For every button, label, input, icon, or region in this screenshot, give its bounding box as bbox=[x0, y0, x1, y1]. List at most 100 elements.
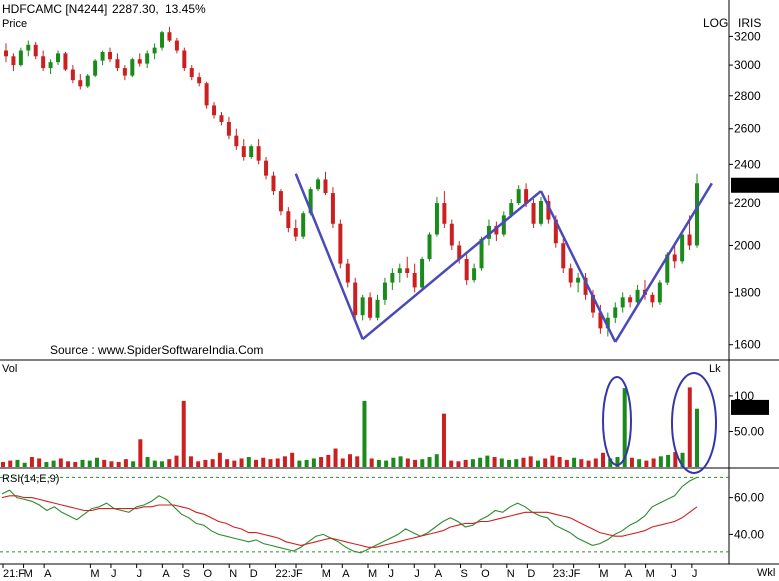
volume-bar bbox=[601, 452, 606, 467]
x-tick-label: A bbox=[625, 568, 633, 580]
volume-bar bbox=[66, 461, 71, 467]
candle-body bbox=[212, 105, 217, 116]
x-tick-label: M bbox=[322, 568, 331, 580]
iris-button[interactable]: IRIS bbox=[738, 16, 761, 30]
candle-body bbox=[78, 80, 83, 87]
candle-body bbox=[472, 268, 477, 281]
volume-bar bbox=[629, 457, 634, 467]
x-axis-unit-label: Wkl bbox=[757, 567, 775, 579]
x-tick-label: O bbox=[481, 568, 490, 580]
volume-bar bbox=[376, 459, 381, 467]
candle-body bbox=[479, 238, 484, 269]
volume-bar bbox=[44, 462, 49, 467]
volume-bar bbox=[434, 454, 439, 467]
volume-bar bbox=[319, 457, 324, 467]
candle-body bbox=[278, 191, 283, 212]
volume-bar bbox=[391, 457, 396, 467]
candle-body bbox=[234, 135, 239, 147]
candle-body bbox=[568, 268, 573, 283]
volume-bar bbox=[275, 458, 280, 467]
candle-body bbox=[657, 282, 662, 303]
candle-body bbox=[382, 282, 387, 300]
volume-bar bbox=[116, 462, 121, 467]
volume-bar bbox=[644, 460, 649, 467]
x-axis-ticks: 21:FM A M J J A S O N D 22:J F M A M J J A S O N D 23:J F M A M J J bbox=[2, 564, 697, 580]
candle-body bbox=[56, 53, 61, 63]
volume-bar bbox=[138, 439, 143, 467]
candle-body bbox=[695, 183, 699, 246]
candle-body bbox=[650, 294, 655, 303]
candle-body bbox=[405, 268, 410, 273]
candle-body bbox=[48, 62, 53, 69]
volume-bar bbox=[413, 459, 418, 467]
candle-body bbox=[122, 68, 127, 76]
x-tick-label: N bbox=[507, 568, 515, 580]
candle-body bbox=[516, 189, 521, 204]
x-tick-label: D bbox=[250, 568, 258, 580]
change-percent-label: 13.45% bbox=[165, 2, 206, 16]
volume-bar bbox=[297, 460, 302, 467]
candle-body bbox=[427, 234, 432, 260]
candle-body bbox=[204, 83, 209, 106]
volume-tick-label: 50.00 bbox=[734, 424, 764, 438]
candle-body bbox=[11, 56, 16, 66]
volume-bar bbox=[514, 459, 519, 467]
volume-bar bbox=[196, 461, 201, 467]
volume-bar bbox=[507, 459, 512, 467]
volume-bar bbox=[398, 456, 403, 467]
rsi-panel-label: RSI(14,E,9) bbox=[2, 473, 59, 485]
x-tick-label: D bbox=[527, 568, 535, 580]
x-tick-label: F bbox=[296, 568, 303, 580]
volume-bar bbox=[210, 459, 215, 467]
x-tick-label: J bbox=[414, 568, 420, 580]
volume-bar bbox=[355, 456, 360, 467]
volume-bar bbox=[651, 458, 656, 467]
volume-bar bbox=[687, 387, 692, 467]
volume-last-value: 83.12 bbox=[733, 401, 763, 415]
candle-body bbox=[130, 59, 135, 76]
candle-body bbox=[620, 297, 625, 308]
rsi-lines bbox=[1, 476, 698, 554]
volume-bar bbox=[188, 456, 193, 467]
volume-highlight-ellipse-2 bbox=[671, 372, 717, 474]
volume-unit-label: Lk bbox=[709, 363, 721, 375]
candle-body bbox=[100, 51, 105, 61]
volume-bar bbox=[326, 454, 331, 467]
log-scale-button[interactable]: LOG bbox=[703, 16, 728, 30]
volume-bar bbox=[94, 457, 99, 467]
volume-bar bbox=[637, 459, 642, 467]
candle-body bbox=[434, 203, 439, 235]
volume-bar bbox=[564, 459, 569, 467]
volume-bar bbox=[340, 458, 345, 467]
x-tick-label: 23:J bbox=[553, 568, 574, 580]
volume-bar bbox=[478, 457, 483, 467]
candle-body bbox=[330, 193, 335, 224]
x-tick-label: A bbox=[162, 568, 170, 580]
x-tick-label: 21:F bbox=[3, 568, 25, 580]
volume-bar bbox=[420, 459, 425, 467]
candle-body bbox=[41, 56, 46, 69]
candle-body bbox=[293, 228, 298, 237]
candle-body bbox=[464, 259, 469, 281]
price-tick-label: 3000 bbox=[734, 58, 761, 72]
last-price-value: 2287.30 bbox=[733, 179, 777, 193]
candle-body bbox=[256, 146, 261, 161]
x-tick-label: N bbox=[229, 568, 237, 580]
x-tick-label: M bbox=[368, 568, 377, 580]
x-tick-label: A bbox=[44, 568, 52, 580]
candle-body bbox=[501, 215, 506, 235]
volume-bar bbox=[246, 457, 251, 467]
candle-body bbox=[4, 50, 8, 57]
candle-body bbox=[397, 268, 402, 273]
volume-bar bbox=[463, 459, 468, 467]
candle-body bbox=[226, 121, 231, 136]
price-tick-label: 2000 bbox=[734, 238, 761, 252]
volume-highlight-ellipse-1 bbox=[602, 376, 632, 466]
volume-bar bbox=[15, 459, 20, 467]
candle-body bbox=[145, 53, 150, 64]
last-price-label: 2287.30, bbox=[112, 2, 159, 16]
candle-body bbox=[189, 68, 194, 78]
candle-body bbox=[390, 272, 395, 283]
volume-bar bbox=[232, 460, 237, 467]
x-tick-label: A bbox=[435, 568, 443, 580]
